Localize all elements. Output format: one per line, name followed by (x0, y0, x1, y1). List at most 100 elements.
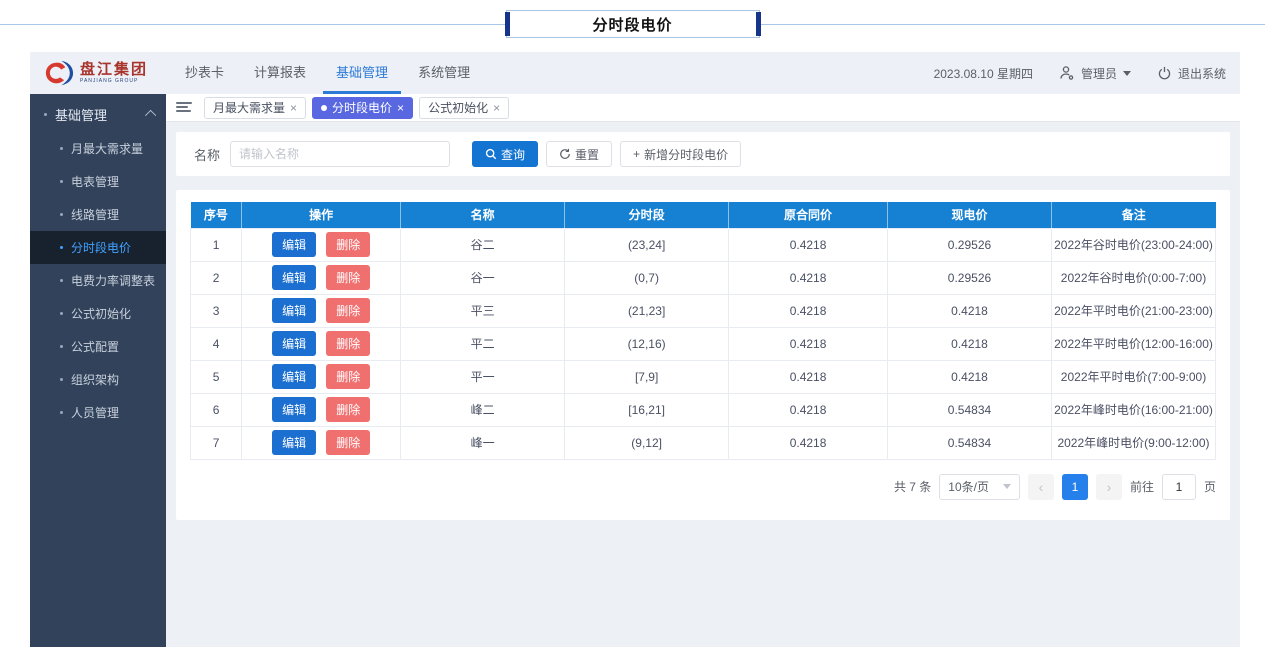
main-area: 基础管理 月最大需求量 电表管理 线路管理 分时段电价 电费力率调整表 公式初始… (30, 94, 1240, 647)
sidebar-item-org-structure[interactable]: 组织架构 (30, 363, 166, 396)
plus-icon: + (633, 147, 640, 161)
page-size-select[interactable]: 10条/页 (939, 474, 1020, 500)
banner-bar-left (505, 12, 510, 36)
row-period: [7,9] (565, 360, 729, 393)
nav-calc-report[interactable]: 计算报表 (241, 52, 319, 94)
tab-time-of-use-price[interactable]: 分时段电价 × (312, 97, 413, 119)
row-actions: 编辑删除 (242, 360, 401, 393)
logo: 盘江集团 PANJIANG GROUP (44, 52, 148, 94)
sidebar-item-meter-management[interactable]: 电表管理 (30, 165, 166, 198)
edit-button[interactable]: 编辑 (272, 265, 316, 290)
delete-button[interactable]: 删除 (326, 298, 370, 323)
edit-button[interactable]: 编辑 (272, 331, 316, 356)
nav-basic-management[interactable]: 基础管理 (323, 52, 401, 94)
edit-button[interactable]: 编辑 (272, 298, 316, 323)
total-count: 共 7 条 (894, 478, 931, 495)
tab-monthly-max-demand[interactable]: 月最大需求量 × (204, 97, 306, 119)
edit-button[interactable]: 编辑 (272, 364, 316, 389)
logo-subtitle: PANJIANG GROUP (80, 79, 148, 84)
row-contract-price: 0.4218 (729, 393, 888, 426)
delete-button[interactable]: 删除 (326, 397, 370, 422)
collapse-menu-icon[interactable] (176, 102, 192, 114)
page-number-1[interactable]: 1 (1062, 474, 1088, 500)
close-icon[interactable]: × (493, 101, 500, 115)
bullet-dot-icon (60, 345, 63, 348)
content-area: 名称 查询 (166, 122, 1240, 647)
delete-button[interactable]: 删除 (326, 364, 370, 389)
page-title-box: 分时段电价 (506, 10, 760, 38)
row-index: 7 (191, 426, 242, 459)
caret-down-icon (1003, 484, 1011, 489)
sidebar-item-label: 公式初始化 (71, 305, 131, 322)
nav-system-management[interactable]: 系统管理 (405, 52, 483, 94)
row-contract-price: 0.4218 (729, 294, 888, 327)
row-period: (12,16) (565, 327, 729, 360)
sidebar-item-monthly-max-demand[interactable]: 月最大需求量 (30, 132, 166, 165)
row-name: 谷二 (401, 228, 565, 261)
col-actions: 操作 (242, 202, 401, 228)
table-row: 6 编辑删除 峰二 [16,21] 0.4218 0.54834 2022年峰时… (191, 393, 1216, 426)
logout-button[interactable]: 退出系统 (1157, 65, 1226, 82)
query-button[interactable]: 查询 (472, 141, 538, 167)
sidebar-item-label: 分时段电价 (71, 239, 131, 256)
sidebar-item-formula-init[interactable]: 公式初始化 (30, 297, 166, 330)
row-current-price: 0.54834 (888, 393, 1052, 426)
delete-button[interactable]: 删除 (326, 265, 370, 290)
close-icon[interactable]: × (290, 101, 297, 115)
search-panel: 名称 查询 (176, 132, 1230, 176)
name-search-input[interactable] (230, 141, 450, 167)
reset-button[interactable]: 重置 (546, 141, 612, 167)
row-index: 3 (191, 294, 242, 327)
row-index: 5 (191, 360, 242, 393)
nav-meter-card[interactable]: 抄表卡 (172, 52, 237, 94)
sidebar-group-basic-management[interactable]: 基础管理 (30, 96, 166, 132)
row-remark: 2022年峰时电价(16:00-21:00) (1052, 393, 1216, 426)
close-icon[interactable]: × (397, 101, 404, 115)
app-window: 盘江集团 PANJIANG GROUP 抄表卡 计算报表 基础管理 系统管理 2… (30, 52, 1240, 647)
sidebar-item-personnel-management[interactable]: 人员管理 (30, 396, 166, 429)
delete-button[interactable]: 删除 (326, 232, 370, 257)
sidebar-item-time-of-use-price[interactable]: 分时段电价 (30, 231, 166, 264)
nav-label: 计算报表 (254, 62, 306, 81)
add-button-label: 新增分时段电价 (644, 146, 728, 163)
user-menu[interactable]: 管理员 (1059, 65, 1131, 82)
table-row: 1 编辑删除 谷二 (23,24] 0.4218 0.29526 2022年谷时… (191, 228, 1216, 261)
row-period: [16,21] (565, 393, 729, 426)
col-remark: 备注 (1052, 202, 1216, 228)
row-current-price: 0.4218 (888, 327, 1052, 360)
right-pane: 月最大需求量 × 分时段电价 × 公式初始化 × 名称 (166, 94, 1240, 647)
table-row: 2 编辑删除 谷一 (0,7) 0.4218 0.29526 2022年谷时电价… (191, 261, 1216, 294)
next-page-button[interactable]: › (1096, 474, 1122, 500)
sidebar-item-line-management[interactable]: 线路管理 (30, 198, 166, 231)
delete-button[interactable]: 删除 (326, 430, 370, 455)
name-field-label: 名称 (194, 145, 220, 164)
nav-label: 系统管理 (418, 62, 470, 81)
row-index: 6 (191, 393, 242, 426)
row-remark: 2022年谷时电价(0:00-7:00) (1052, 261, 1216, 294)
tab-label: 月最大需求量 (213, 99, 285, 116)
goto-page-input[interactable] (1162, 474, 1196, 500)
bullet-dot-icon (60, 213, 63, 216)
sidebar-item-power-factor-adjustment[interactable]: 电费力率调整表 (30, 264, 166, 297)
active-dot-icon (321, 105, 327, 111)
sidebar-item-label: 电表管理 (71, 173, 119, 190)
tab-bar: 月最大需求量 × 分时段电价 × 公式初始化 × (166, 94, 1240, 122)
row-period: (0,7) (565, 261, 729, 294)
sidebar-item-formula-config[interactable]: 公式配置 (30, 330, 166, 363)
edit-button[interactable]: 编辑 (272, 232, 316, 257)
page-size-value: 10条/页 (948, 478, 989, 495)
row-period: (9,12] (565, 426, 729, 459)
banner-line-right (760, 24, 1265, 25)
edit-button[interactable]: 编辑 (272, 430, 316, 455)
row-name: 谷一 (401, 261, 565, 294)
row-remark: 2022年平时电价(12:00-16:00) (1052, 327, 1216, 360)
delete-button[interactable]: 删除 (326, 331, 370, 356)
header-right: 2023.08.10 星期四 管理员 (934, 52, 1226, 94)
add-time-price-button[interactable]: + 新增分时段电价 (620, 141, 741, 167)
edit-button[interactable]: 编辑 (272, 397, 316, 422)
prev-page-button[interactable]: ‹ (1028, 474, 1054, 500)
row-current-price: 0.4218 (888, 360, 1052, 393)
tab-formula-init[interactable]: 公式初始化 × (419, 97, 509, 119)
current-date: 2023.08.10 星期四 (934, 65, 1033, 82)
price-table: 序号 操作 名称 分时段 原合同价 现电价 备注 1 (190, 202, 1216, 460)
